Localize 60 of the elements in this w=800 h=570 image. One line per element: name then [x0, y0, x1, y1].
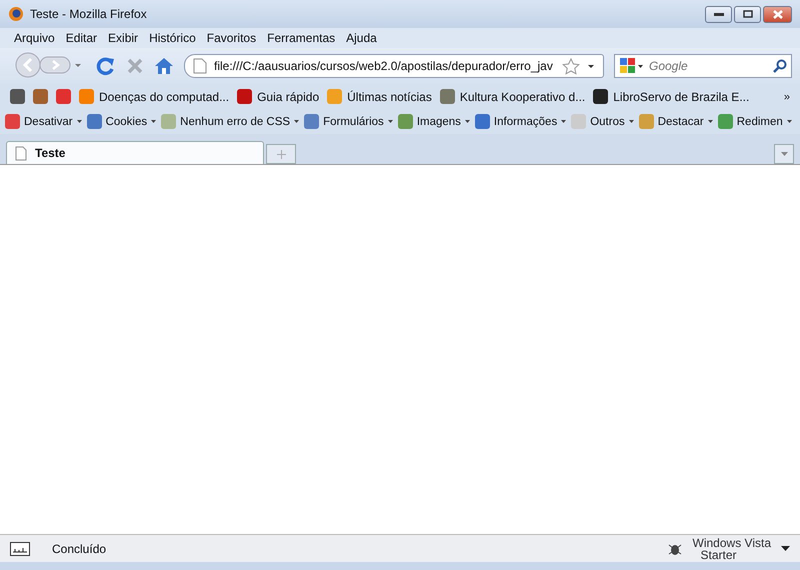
caret-icon — [76, 120, 82, 123]
star-icon[interactable] — [562, 58, 580, 74]
toolbar-menu-button[interactable]: Cookies — [86, 114, 156, 129]
bookmark-item[interactable]: Últimas notícias — [327, 89, 432, 104]
bookmark-icon[interactable] — [33, 89, 48, 104]
menu-item[interactable]: Ajuda — [346, 31, 377, 45]
caret-icon — [464, 120, 470, 123]
caret-icon — [628, 120, 634, 123]
plus-icon — [276, 150, 286, 158]
firefox-logo-icon — [8, 6, 24, 22]
bookmark-item[interactable]: Kultura Kooperativo d... — [440, 89, 586, 104]
page-icon — [193, 58, 207, 74]
caret-icon — [708, 120, 713, 123]
maximize-button[interactable] — [734, 6, 761, 22]
toolbar-menu-button[interactable]: Nenhum erro de CSS — [161, 114, 300, 129]
menu-item[interactable]: Ferramentas — [267, 31, 336, 45]
bookmark-item[interactable]: LibroServo de Brazila E... — [593, 89, 750, 104]
toolbar-menu-button[interactable]: Informações — [474, 114, 566, 129]
minimize-button[interactable] — [705, 6, 732, 22]
toolbar-menu-button[interactable]: Formulários — [304, 114, 393, 129]
bookmark-item[interactable]: Doenças do computad... — [79, 89, 230, 104]
close-button[interactable] — [763, 6, 792, 22]
search-field[interactable]: Google — [614, 54, 792, 78]
status-text: Concluído — [52, 542, 106, 556]
window-title: Teste - Mozilla Firefox — [30, 7, 147, 21]
caret-icon — [388, 120, 393, 123]
browser-tab[interactable]: Teste — [6, 141, 264, 164]
close-icon — [772, 10, 782, 18]
menu-item[interactable]: Editar — [66, 31, 98, 45]
search-icon[interactable] — [773, 59, 787, 73]
bookmark-icon[interactable] — [10, 89, 25, 104]
overflow-chevron[interactable]: » — [784, 90, 790, 102]
bookmark-icon[interactable] — [56, 89, 71, 104]
search-engine-icon[interactable] — [619, 57, 645, 75]
bookmark-item[interactable]: Guia rápido — [237, 89, 320, 104]
caret-icon — [786, 120, 792, 123]
caret-icon — [151, 120, 156, 123]
maximize-icon — [742, 10, 752, 18]
minimize-icon — [714, 12, 724, 16]
toolbar-menu-button[interactable]: Destacar — [638, 114, 713, 129]
meter-icon — [10, 542, 30, 556]
menu-item[interactable]: Arquivo — [14, 31, 55, 45]
dropdown-caret-icon[interactable] — [587, 64, 595, 68]
address-field[interactable]: file:///C:/aausuarios/cursos/web2.0/apostilas/depurador/erro_jav — [184, 54, 604, 78]
menu-item[interactable]: Favoritos — [206, 31, 256, 45]
caret-icon — [294, 120, 300, 123]
toolbar-menu-button[interactable]: Imagens — [398, 114, 470, 129]
menu-item[interactable]: Exibir — [108, 31, 138, 45]
tab-list-button[interactable] — [774, 144, 794, 164]
home-icon[interactable] — [154, 57, 174, 75]
toolbar-menu-button[interactable]: Desativar — [5, 114, 82, 129]
toolbar-menu-button[interactable]: Outros — [571, 114, 634, 129]
caret-icon — [780, 152, 788, 156]
watermark-text: Windows Vista Starter — [692, 536, 771, 560]
dropdown-caret-icon[interactable] — [781, 546, 790, 551]
reload-icon[interactable] — [96, 56, 116, 76]
toolbar-menu-button[interactable]: Redimen — [718, 114, 792, 129]
menu-item[interactable]: Histórico — [149, 31, 196, 45]
caret-icon — [561, 120, 566, 123]
page-icon — [15, 146, 27, 160]
